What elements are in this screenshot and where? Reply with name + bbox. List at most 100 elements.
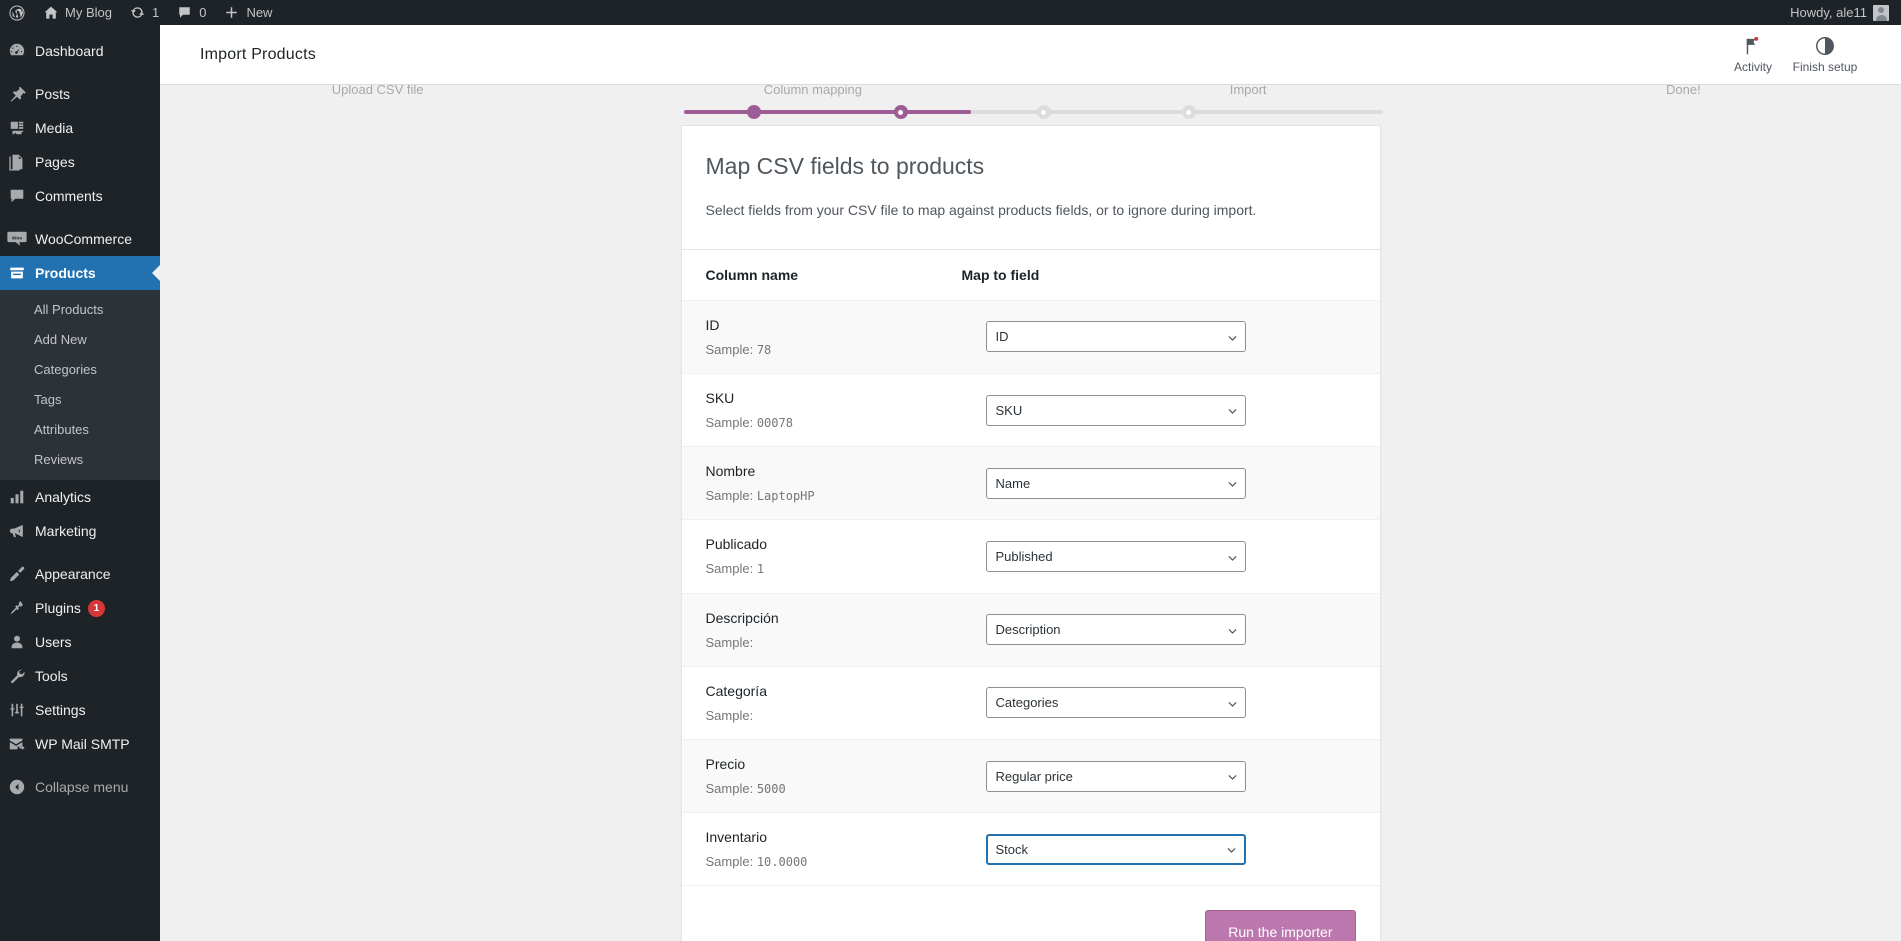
- row-map-cell: ID: [962, 300, 1380, 373]
- step-dot-upload[interactable]: [747, 105, 761, 119]
- sliders-icon: [0, 693, 34, 727]
- user-icon: [0, 625, 34, 659]
- sidebar-item-label: WooCommerce: [34, 222, 132, 256]
- submenu-item-all-products[interactable]: All Products: [0, 295, 160, 325]
- chevron-down-icon: [1228, 773, 1237, 782]
- site-name-menu[interactable]: My Blog: [34, 0, 121, 25]
- sidebar-item-settings[interactable]: Settings: [0, 693, 160, 727]
- importer-stepper: Upload CSV file Column mapping Import Do…: [160, 85, 1901, 125]
- map-field-value: Regular price: [996, 769, 1073, 784]
- map-field-value: Categories: [996, 695, 1059, 710]
- finish-setup-label: Finish setup: [1793, 60, 1858, 74]
- map-field-select[interactable]: Categories: [986, 687, 1246, 718]
- csv-column-name: SKU: [706, 388, 938, 409]
- admin-bar: My Blog 1 0 New Howdy, ale11: [0, 0, 1901, 25]
- step-dot-done[interactable]: [1182, 105, 1196, 119]
- submenu-item-add-new[interactable]: Add New: [0, 325, 160, 355]
- sidebar-item-wp-mail-smtp[interactable]: WP Mail SMTP: [0, 727, 160, 761]
- submenu-item-attributes[interactable]: Attributes: [0, 415, 160, 445]
- sidebar-item-appearance[interactable]: Appearance: [0, 557, 160, 591]
- row-map-cell: Regular price: [962, 740, 1380, 813]
- row-column-cell: ID Sample: 78: [682, 300, 962, 373]
- csv-column-name: Publicado: [706, 534, 938, 555]
- sidebar-item-label: Pages: [34, 145, 75, 179]
- menu-gap: [0, 213, 160, 222]
- step-dot-column-mapping[interactable]: [894, 105, 908, 119]
- site-name-label: My Blog: [65, 0, 112, 25]
- map-field-value: Description: [996, 622, 1061, 637]
- table-row: ID Sample: 78 ID: [682, 300, 1380, 373]
- collapse-arrow-icon: [0, 770, 34, 804]
- wordpress-logo-menu[interactable]: [0, 0, 34, 25]
- mapping-table-head: Column name Map to field: [682, 250, 1380, 301]
- chevron-down-icon: [1228, 334, 1237, 343]
- csv-sample: Sample: 5000: [706, 780, 938, 798]
- sidebar-item-label: Appearance: [34, 557, 111, 591]
- content-area: Import Products Activity Finish setu: [160, 25, 1901, 941]
- sample-value: 5000: [757, 782, 786, 796]
- plus-icon: [224, 5, 240, 21]
- map-field-select[interactable]: Stock: [986, 834, 1246, 865]
- activity-panel-button[interactable]: Activity: [1717, 35, 1789, 74]
- sidebar-item-marketing[interactable]: Marketing: [0, 514, 160, 548]
- sidebar-item-users[interactable]: Users: [0, 625, 160, 659]
- stepper-track: [684, 110, 1383, 114]
- sample-prefix: Sample:: [706, 708, 754, 723]
- map-field-select[interactable]: Name: [986, 468, 1246, 499]
- activity-label: Activity: [1734, 60, 1772, 74]
- mapping-card-footer: Run the importer: [682, 885, 1380, 941]
- map-field-select[interactable]: Published: [986, 541, 1246, 572]
- sidebar-item-woocommerce[interactable]: Woo WooCommerce: [0, 222, 160, 256]
- submenu-item-categories[interactable]: Categories: [0, 355, 160, 385]
- map-field-select[interactable]: SKU: [986, 395, 1246, 426]
- table-row: SKU Sample: 00078 SKU: [682, 374, 1380, 447]
- csv-sample: Sample: 10.0000: [706, 853, 938, 871]
- sidebar-item-posts[interactable]: Posts: [0, 77, 160, 111]
- sidebar-item-comments[interactable]: Comments: [0, 179, 160, 213]
- sidebar-item-tools[interactable]: Tools: [0, 659, 160, 693]
- sample-value: 1: [757, 562, 764, 576]
- sample-value: 10.0000: [757, 855, 808, 869]
- row-column-cell: Categoría Sample:: [682, 666, 962, 739]
- new-content-menu[interactable]: New: [215, 0, 281, 25]
- row-map-cell: Name: [962, 447, 1380, 520]
- menu-gap: [0, 25, 160, 34]
- sidebar-item-pages[interactable]: Pages: [0, 145, 160, 179]
- updates-menu[interactable]: 1: [121, 0, 168, 25]
- comments-menu[interactable]: 0: [168, 0, 215, 25]
- chevron-down-icon: [1228, 627, 1237, 636]
- header-column-name: Column name: [682, 250, 962, 301]
- map-field-select[interactable]: Description: [986, 614, 1246, 645]
- mapping-table: Column name Map to field ID Sample: 78: [682, 250, 1380, 886]
- map-field-value: Published: [996, 549, 1053, 564]
- submenu-item-tags[interactable]: Tags: [0, 385, 160, 415]
- sample-prefix: Sample:: [706, 488, 754, 503]
- new-content-label: New: [246, 0, 272, 25]
- map-field-select[interactable]: ID: [986, 321, 1246, 352]
- sample-prefix: Sample:: [706, 342, 754, 357]
- sidebar-item-plugins[interactable]: Plugins 1: [0, 591, 160, 625]
- submenu-item-reviews[interactable]: Reviews: [0, 445, 160, 475]
- run-the-importer-button[interactable]: Run the importer: [1205, 910, 1355, 941]
- map-field-select[interactable]: Regular price: [986, 761, 1246, 792]
- my-account-menu[interactable]: Howdy, ale11: [1781, 0, 1901, 25]
- megaphone-icon: [0, 514, 34, 548]
- step-dot-import[interactable]: [1037, 105, 1051, 119]
- mapping-card-header: Map CSV fields to products Select fields…: [682, 126, 1380, 250]
- collapse-menu-button[interactable]: Collapse menu: [0, 770, 160, 804]
- sidebar-item-products[interactable]: Products: [0, 256, 160, 290]
- sidebar-item-label: Media: [34, 111, 73, 145]
- sidebar-item-dashboard[interactable]: Dashboard: [0, 34, 160, 68]
- table-row: Inventario Sample: 10.0000 Stock: [682, 813, 1380, 886]
- comments-count: 0: [199, 0, 206, 25]
- home-icon: [43, 5, 59, 21]
- sample-value: LaptopHP: [757, 489, 815, 503]
- sidebar-item-media[interactable]: Media: [0, 111, 160, 145]
- sidebar-item-analytics[interactable]: Analytics: [0, 480, 160, 514]
- map-field-value: ID: [996, 329, 1009, 344]
- sample-value: 78: [757, 343, 771, 357]
- finish-setup-button[interactable]: Finish setup: [1789, 35, 1861, 74]
- stepper-progress-fill: [684, 110, 971, 114]
- menu-gap: [0, 548, 160, 557]
- pages-icon: [0, 145, 34, 179]
